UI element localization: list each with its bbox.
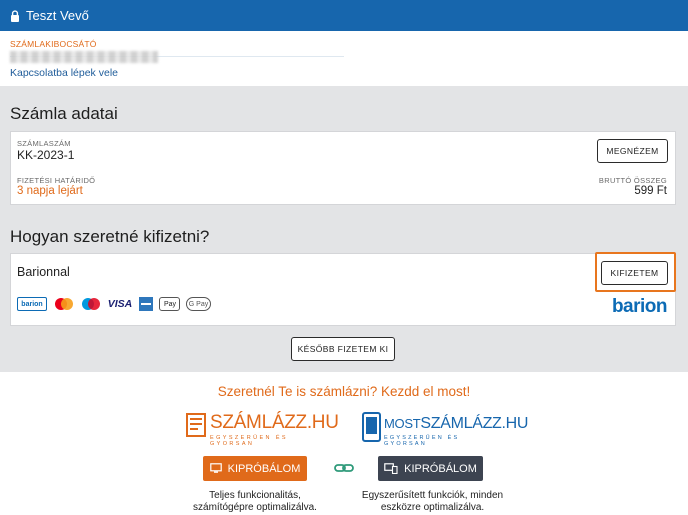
invoice-section-title: Számla adatai (10, 104, 118, 123)
pay-now-button[interactable]: KIFIZETEM (601, 261, 668, 285)
szamlazz-logo-tagline: EGYSZERŰEN ÉS GYORSAN (210, 435, 288, 447)
apple-pay-icon: Pay (159, 297, 180, 311)
szamlazz-logo-text: SZÁMLÁZZ.HU (210, 412, 339, 433)
invoice-number-label: SZÁMLASZÁM (17, 139, 71, 148)
szamlazz-description: Teljes funkcionalitás, számítógépre opti… (193, 490, 317, 513)
try-most-szamlazz-button[interactable]: KIPRÓBÁLOM (378, 456, 483, 481)
lock-icon (11, 9, 19, 22)
try-szamlazz-button[interactable]: KIPRÓBÁLOM (203, 456, 307, 481)
most-szamlazz-logo-tagline: EGYSZERŰEN ÉS GYORSAN (384, 435, 460, 447)
most-szamlazz-logo-text: MOSTSZÁMLÁZZ.HU (384, 415, 529, 432)
most-szamlazz-logo: MOSTSZÁMLÁZZ.HU EGYSZERŰEN ÉS GYORSAN (362, 412, 528, 447)
gross-amount-value: 599 Ft (634, 185, 667, 197)
payment-card-icons: barion VISA Pay G Pay (17, 297, 211, 311)
document-logo-icon (186, 413, 206, 437)
visa-icon: VISA (107, 298, 133, 310)
main-content: Számla adatai SZÁMLASZÁM KK-2023-1 MEGNÉ… (0, 86, 688, 372)
barion-card-icon: barion (17, 297, 47, 311)
promo-section: Szeretnél Te is számlázni? Kezdd el most… (0, 372, 688, 515)
invoice-card: SZÁMLASZÁM KK-2023-1 MEGNÉZEM FIZETÉSI H… (10, 131, 676, 205)
gross-amount-label: BRUTTÓ ÖSSZEG (598, 176, 667, 185)
devices-icon (384, 463, 398, 474)
pay-later-button[interactable]: KÉSŐBB FIZETEM KI (291, 337, 395, 361)
view-invoice-button[interactable]: MEGNÉZEM (597, 139, 668, 163)
phone-logo-icon (362, 412, 381, 442)
barion-logo: barion (611, 296, 668, 317)
szamlazz-logo: SZÁMLÁZZ.HU EGYSZERŰEN ÉS GYORSAN (186, 411, 339, 447)
link-icon (334, 464, 354, 472)
payment-section-title: Hogyan szeretné kifizetni? (10, 227, 210, 246)
user-name: Teszt Vevő (26, 8, 89, 23)
due-date-value: 3 napja lejárt (17, 185, 83, 197)
invoice-number: KK-2023-1 (17, 148, 75, 162)
contact-link[interactable]: Kapcsolatba lépek vele (10, 67, 118, 79)
payment-method-card: Barionnal KIFIZETEM barion VISA Pay G Pa… (10, 252, 676, 326)
issuer-label: SZÁMLAKIBOCSÁTÓ (10, 39, 97, 49)
top-bar: Teszt Vevő (0, 0, 688, 31)
amex-icon (139, 297, 153, 311)
monitor-icon (209, 463, 222, 473)
most-szamlazz-description: Egyszerűsített funkciók, minden eszközre… (361, 490, 504, 513)
issuer-name-redacted (10, 51, 158, 63)
maestro-icon (82, 298, 100, 310)
payment-method-name: Barionnal (17, 265, 70, 279)
mastercard-icon (55, 298, 73, 310)
due-date-label: FIZETÉSI HATÁRIDŐ (17, 176, 96, 185)
google-pay-icon: G Pay (186, 297, 211, 311)
promo-headline: Szeretnél Te is számlázni? Kezdd el most… (217, 384, 471, 399)
issuer-panel: SZÁMLAKIBOCSÁTÓ Kapcsolatba lépek vele (0, 31, 688, 86)
